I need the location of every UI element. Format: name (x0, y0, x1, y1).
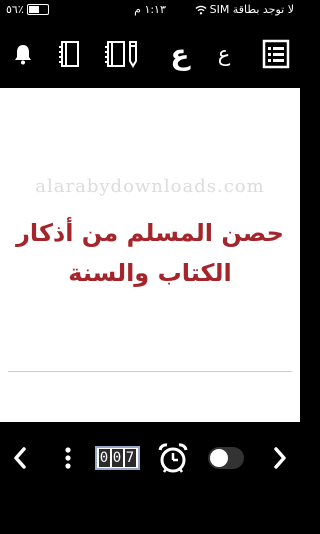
status-right: لا توجد بطاقة SIM (195, 3, 294, 16)
bottom-toolbar: 0 0 7 (0, 422, 300, 534)
title-line-2: الكتاب والسنة (68, 259, 232, 287)
watermark: alarabydownloads.com (35, 176, 265, 197)
top-toolbar: ع ع (0, 20, 300, 88)
counter-button[interactable]: 0 0 7 (92, 422, 142, 494)
content-page: alarabydownloads.com حصن المسلم من أذكار… (0, 88, 300, 422)
page-title: حصن المسلم من أذكار الكتاب والسنة (10, 213, 290, 293)
next-arrow-icon[interactable] (264, 422, 296, 494)
menu-list-icon[interactable] (256, 20, 296, 88)
toggle-track (208, 447, 244, 469)
toggle-switch[interactable] (204, 422, 248, 494)
carrier-label: لا توجد بطاقة SIM (209, 3, 294, 16)
bell-icon[interactable] (6, 20, 40, 88)
notebook-edit-icon[interactable] (100, 20, 144, 88)
title-line-1: حصن المسلم من أذكار (16, 219, 284, 247)
more-options-icon[interactable] (56, 422, 80, 494)
font-size-increase-button[interactable]: ع (160, 20, 200, 88)
alarm-clock-icon[interactable] (154, 422, 192, 494)
divider (8, 371, 292, 372)
counter-digit: 7 (124, 449, 136, 467)
counter-digit: 0 (111, 449, 123, 467)
previous-arrow-icon[interactable] (4, 422, 36, 494)
notebook-icon[interactable] (50, 20, 90, 88)
status-bar: ٥٦٪ ١:١٣ م لا توجد بطاقة SIM (0, 0, 300, 20)
counter-display: 0 0 7 (94, 446, 140, 470)
toggle-knob (210, 449, 228, 467)
font-size-decrease-button[interactable]: ع (206, 20, 242, 88)
wifi-icon (195, 5, 207, 14)
counter-digit: 0 (98, 449, 110, 467)
